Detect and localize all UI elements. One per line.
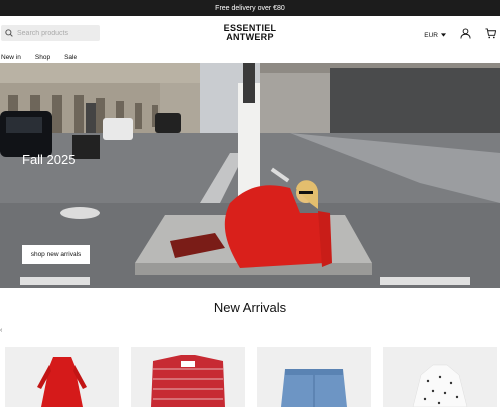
product-image-polka-dot-blouse xyxy=(412,364,468,407)
announcement-bar: Free delivery over €80 xyxy=(0,0,500,16)
shop-new-arrivals-button[interactable]: shop new arrivals xyxy=(22,245,90,264)
currency-selector[interactable]: EUR xyxy=(424,32,446,39)
cart-icon[interactable] xyxy=(485,26,497,44)
nav-item-shop[interactable]: Shop xyxy=(35,54,50,61)
brand-logo[interactable]: ESSENTIEL ANTWERP xyxy=(224,24,277,42)
caret-down-icon xyxy=(441,32,446,39)
hero-title: Fall 2025 xyxy=(22,152,76,167)
search-box[interactable] xyxy=(1,25,100,41)
product-image-red-dress xyxy=(37,357,87,407)
site-header: ESSENTIEL ANTWERP EUR xyxy=(0,16,500,52)
account-icon[interactable] xyxy=(460,26,471,44)
product-image-denim-shorts xyxy=(281,369,347,407)
product-card[interactable] xyxy=(5,347,119,407)
product-image-red-tweed-jacket xyxy=(151,355,225,407)
logo-line-2: ANTWERP xyxy=(226,32,274,42)
new-arrivals-heading: New Arrivals xyxy=(213,300,287,315)
main-nav: New in Shop Sale xyxy=(0,52,500,63)
product-card[interactable] xyxy=(383,347,497,407)
product-card[interactable] xyxy=(131,347,245,407)
currency-label: EUR xyxy=(424,31,438,39)
hero-banner[interactable]: Fall 2025 shop new arrivals xyxy=(0,63,500,288)
search-input[interactable] xyxy=(17,29,97,37)
nav-item-new-in[interactable]: New in xyxy=(1,54,21,61)
product-card[interactable] xyxy=(257,347,371,407)
product-carousel xyxy=(5,347,497,407)
search-icon xyxy=(5,24,13,42)
announcement-text: Free delivery over €80 xyxy=(215,4,285,12)
nav-item-sale[interactable]: Sale xyxy=(64,54,77,61)
carousel-prev-icon[interactable]: ‹ xyxy=(0,327,2,334)
